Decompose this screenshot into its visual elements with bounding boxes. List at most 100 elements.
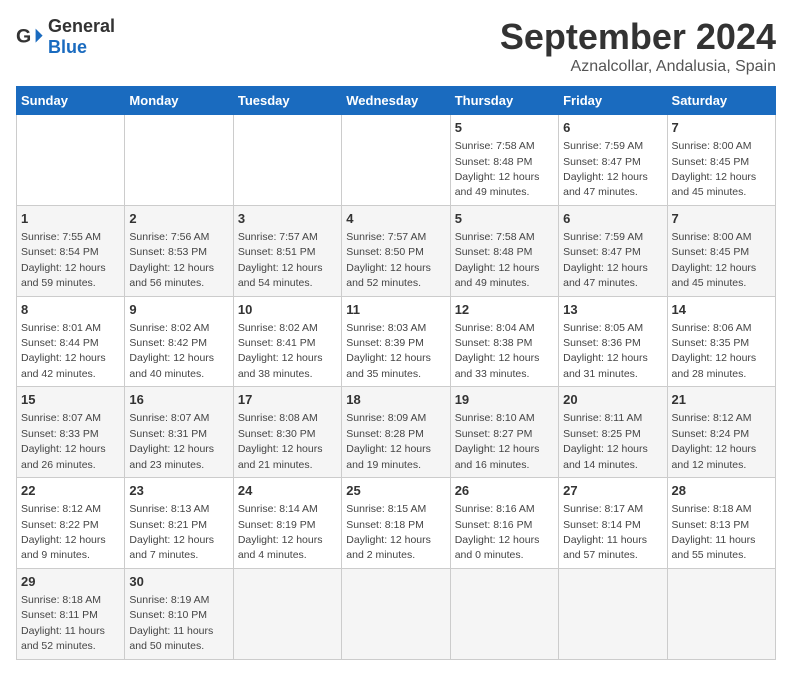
day-number: 17 <box>238 391 337 409</box>
day-content: Sunrise: 8:11 AMSunset: 8:25 PMDaylight:… <box>563 412 648 470</box>
day-number: 6 <box>563 210 662 228</box>
day-cell-8: 8Sunrise: 8:01 AMSunset: 8:44 PMDaylight… <box>17 296 125 387</box>
day-content: Sunrise: 7:57 AMSunset: 8:51 PMDaylight:… <box>238 231 323 289</box>
day-cell-19: 19Sunrise: 8:10 AMSunset: 8:27 PMDayligh… <box>450 387 558 478</box>
day-content: Sunrise: 8:19 AMSunset: 8:10 PMDaylight:… <box>129 594 213 652</box>
day-content: Sunrise: 7:57 AMSunset: 8:50 PMDaylight:… <box>346 231 431 289</box>
day-number: 20 <box>563 391 662 409</box>
day-number: 22 <box>21 482 120 500</box>
day-number: 15 <box>21 391 120 409</box>
day-number: 13 <box>563 301 662 319</box>
calendar-week-row: 22 Sunrise: 8:12 AMSunset: 8:22 PMDayligh… <box>17 478 776 569</box>
day-number: 9 <box>129 301 228 319</box>
day-content: Sunrise: 8:04 AMSunset: 8:38 PMDaylight:… <box>455 322 540 380</box>
empty-cell <box>342 115 450 206</box>
page-header: G General Blue September 2024 Aznalcolla… <box>16 16 776 76</box>
day-number: 3 <box>238 210 337 228</box>
col-header-friday: Friday <box>559 87 667 115</box>
day-number: 28 <box>672 482 771 500</box>
day-content: Sunrise: 8:15 AMSunset: 8:18 PMDaylight:… <box>346 503 431 561</box>
day-cell-13: 13 Sunrise: 8:05 AMSunset: 8:36 PMDayligh… <box>559 296 667 387</box>
day-number: 6 <box>563 119 662 137</box>
location-subtitle: Aznalcollar, Andalusia, Spain <box>500 58 776 76</box>
day-number: 5 <box>455 210 554 228</box>
day-cell-15: 15 Sunrise: 8:07 AMSunset: 8:33 PMDayligh… <box>17 387 125 478</box>
day-number: 5 <box>455 119 554 137</box>
day-cell-1: 1 Sunrise: 7:55 AMSunset: 8:54 PMDaylight… <box>17 205 125 296</box>
day-content: Sunrise: 7:55 AMSunset: 8:54 PMDaylight:… <box>21 231 106 289</box>
day-cell-23: 23Sunrise: 8:13 AMSunset: 8:21 PMDayligh… <box>125 478 233 569</box>
day-number: 25 <box>346 482 445 500</box>
empty-cell <box>233 115 341 206</box>
day-number: 4 <box>346 210 445 228</box>
logo-icon: G <box>16 23 44 51</box>
day-content: Sunrise: 8:03 AMSunset: 8:39 PMDaylight:… <box>346 322 431 380</box>
day-number: 27 <box>563 482 662 500</box>
day-cell-29: 29Sunrise: 8:18 AMSunset: 8:11 PMDayligh… <box>17 568 125 659</box>
logo-text: General Blue <box>48 16 115 58</box>
col-header-monday: Monday <box>125 87 233 115</box>
day-number: 7 <box>672 210 771 228</box>
day-cell-7: 7Sunrise: 8:00 AMSunset: 8:45 PMDaylight… <box>667 115 775 206</box>
calendar-week-row: 1 Sunrise: 7:55 AMSunset: 8:54 PMDaylight… <box>17 205 776 296</box>
day-number: 18 <box>346 391 445 409</box>
day-cell-24: 24 Sunrise: 8:14 AMSunset: 8:19 PMDayligh… <box>233 478 341 569</box>
day-cell-25: 25 Sunrise: 8:15 AMSunset: 8:18 PMDayligh… <box>342 478 450 569</box>
calendar-table: SundayMondayTuesdayWednesdayThursdayFrid… <box>16 86 776 660</box>
day-content: Sunrise: 8:16 AMSunset: 8:16 PMDaylight:… <box>455 503 540 561</box>
day-cell-5: 5 Sunrise: 7:58 AMSunset: 8:48 PMDaylight… <box>450 115 558 206</box>
col-header-thursday: Thursday <box>450 87 558 115</box>
day-content: Sunrise: 8:09 AMSunset: 8:28 PMDaylight:… <box>346 412 431 470</box>
day-number: 11 <box>346 301 445 319</box>
day-content: Sunrise: 7:58 AMSunset: 8:48 PMDaylight:… <box>455 140 540 198</box>
day-content: Sunrise: 8:02 AMSunset: 8:41 PMDaylight:… <box>238 322 323 380</box>
month-year-title: September 2024 <box>500 16 776 58</box>
day-number: 2 <box>129 210 228 228</box>
day-number: 19 <box>455 391 554 409</box>
day-number: 14 <box>672 301 771 319</box>
logo-blue: Blue <box>48 37 87 57</box>
day-number: 12 <box>455 301 554 319</box>
logo-general: General <box>48 16 115 36</box>
calendar-week-row: 29Sunrise: 8:18 AMSunset: 8:11 PMDayligh… <box>17 568 776 659</box>
day-cell-5: 5 Sunrise: 7:58 AMSunset: 8:48 PMDaylight… <box>450 205 558 296</box>
empty-cell <box>125 115 233 206</box>
day-cell-27: 27 Sunrise: 8:17 AMSunset: 8:14 PMDayligh… <box>559 478 667 569</box>
day-content: Sunrise: 8:08 AMSunset: 8:30 PMDaylight:… <box>238 412 323 470</box>
day-number: 21 <box>672 391 771 409</box>
day-content: Sunrise: 7:59 AMSunset: 8:47 PMDaylight:… <box>563 140 648 198</box>
day-content: Sunrise: 8:06 AMSunset: 8:35 PMDaylight:… <box>672 322 757 380</box>
day-content: Sunrise: 8:17 AMSunset: 8:14 PMDaylight:… <box>563 503 647 561</box>
day-cell-2: 2Sunrise: 7:56 AMSunset: 8:53 PMDaylight… <box>125 205 233 296</box>
day-cell-6: 6Sunrise: 7:59 AMSunset: 8:47 PMDaylight… <box>559 205 667 296</box>
day-content: Sunrise: 8:12 AMSunset: 8:22 PMDaylight:… <box>21 503 106 561</box>
empty-cell <box>559 568 667 659</box>
calendar-week-row: 8Sunrise: 8:01 AMSunset: 8:44 PMDaylight… <box>17 296 776 387</box>
day-number: 24 <box>238 482 337 500</box>
empty-cell <box>17 115 125 206</box>
col-header-saturday: Saturday <box>667 87 775 115</box>
day-content: Sunrise: 8:18 AMSunset: 8:11 PMDaylight:… <box>21 594 105 652</box>
logo: G General Blue <box>16 16 115 58</box>
day-number: 10 <box>238 301 337 319</box>
empty-cell <box>233 568 341 659</box>
day-cell-14: 14 Sunrise: 8:06 AMSunset: 8:35 PMDayligh… <box>667 296 775 387</box>
day-number: 1 <box>21 210 120 228</box>
day-content: Sunrise: 8:02 AMSunset: 8:42 PMDaylight:… <box>129 322 214 380</box>
empty-cell <box>667 568 775 659</box>
day-cell-17: 17 Sunrise: 8:08 AMSunset: 8:30 PMDayligh… <box>233 387 341 478</box>
day-content: Sunrise: 7:58 AMSunset: 8:48 PMDaylight:… <box>455 231 540 289</box>
day-content: Sunrise: 8:18 AMSunset: 8:13 PMDaylight:… <box>672 503 756 561</box>
day-content: Sunrise: 8:00 AMSunset: 8:45 PMDaylight:… <box>672 140 757 198</box>
day-content: Sunrise: 8:14 AMSunset: 8:19 PMDaylight:… <box>238 503 323 561</box>
day-cell-22: 22 Sunrise: 8:12 AMSunset: 8:22 PMDayligh… <box>17 478 125 569</box>
day-cell-11: 11 Sunrise: 8:03 AMSunset: 8:39 PMDayligh… <box>342 296 450 387</box>
day-content: Sunrise: 8:05 AMSunset: 8:36 PMDaylight:… <box>563 322 648 380</box>
day-cell-21: 21Sunrise: 8:12 AMSunset: 8:24 PMDayligh… <box>667 387 775 478</box>
day-number: 26 <box>455 482 554 500</box>
day-cell-28: 28 Sunrise: 8:18 AMSunset: 8:13 PMDayligh… <box>667 478 775 569</box>
day-cell-20: 20 Sunrise: 8:11 AMSunset: 8:25 PMDayligh… <box>559 387 667 478</box>
day-cell-12: 12 Sunrise: 8:04 AMSunset: 8:38 PMDayligh… <box>450 296 558 387</box>
day-number: 8 <box>21 301 120 319</box>
day-content: Sunrise: 8:07 AMSunset: 8:33 PMDaylight:… <box>21 412 106 470</box>
